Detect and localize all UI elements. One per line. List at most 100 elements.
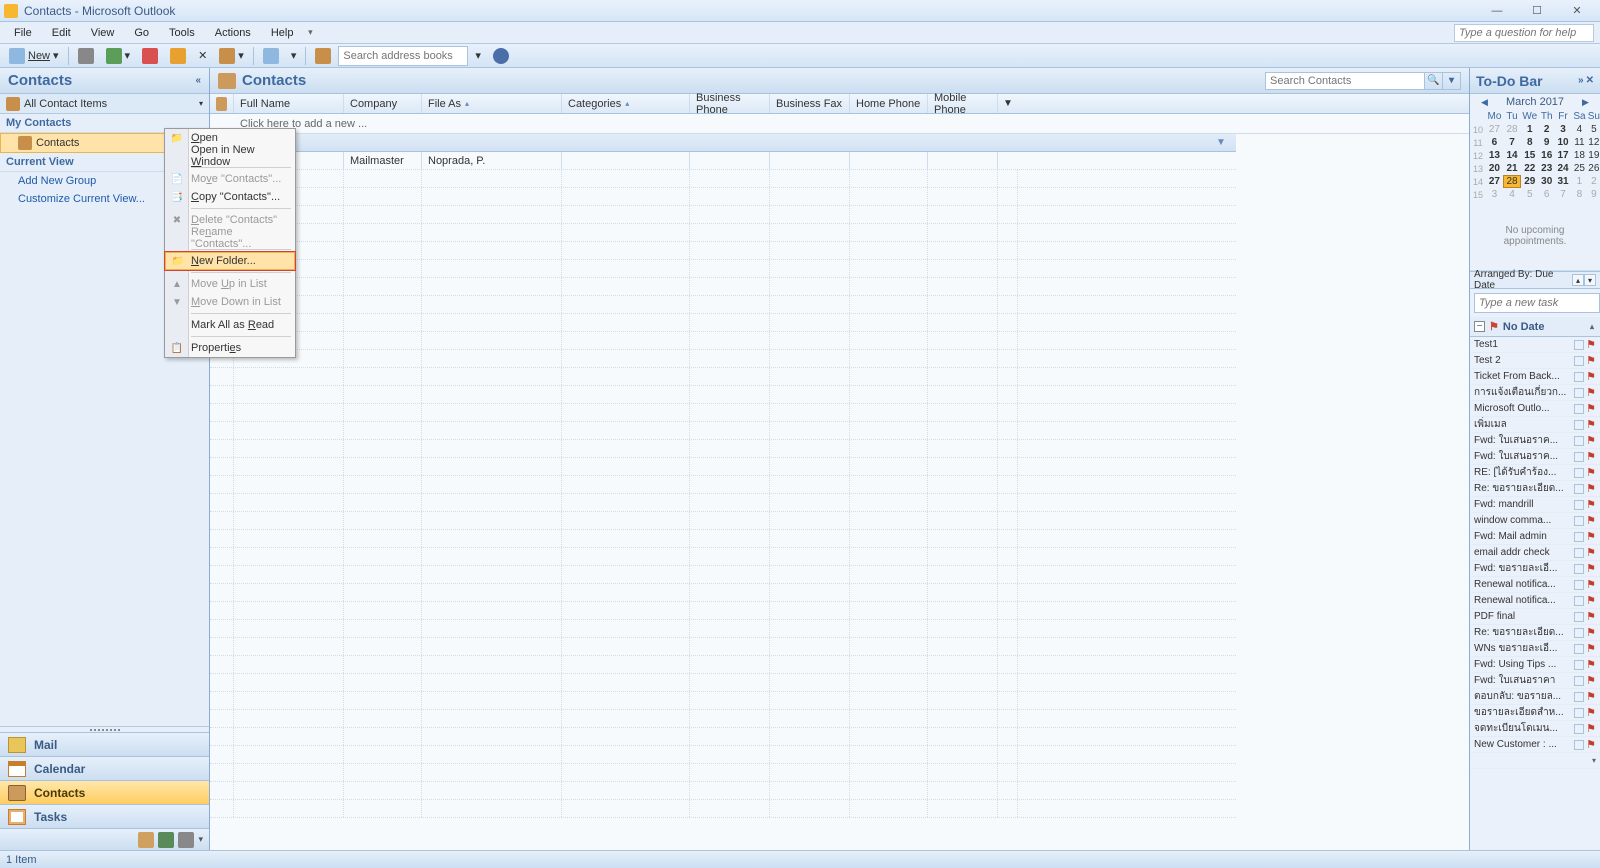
column-homephone[interactable]: Home Phone <box>850 94 928 113</box>
task-flag-icon[interactable]: ⚑ <box>1586 482 1596 495</box>
task-checkbox[interactable] <box>1574 740 1584 750</box>
task-flag-icon[interactable]: ⚑ <box>1586 450 1596 463</box>
menu-view[interactable]: View <box>81 25 125 41</box>
calendar-day[interactable]: 16 <box>1539 149 1555 162</box>
nav-button-contacts[interactable]: Contacts <box>0 780 209 804</box>
calendar-day[interactable]: 4 <box>1503 188 1521 201</box>
journal-icon[interactable] <box>178 832 194 848</box>
next-month-button[interactable]: ▶ <box>1582 97 1589 108</box>
add-new-contact-row[interactable]: Click here to add a new ... <box>210 114 1469 134</box>
calendar-day[interactable]: 4 <box>1571 123 1588 136</box>
calendar-day[interactable]: 5 <box>1588 123 1600 136</box>
task-flag-icon[interactable]: ⚑ <box>1586 338 1596 351</box>
column-company[interactable]: Company <box>344 94 422 113</box>
mini-calendar[interactable]: MoTuWeThFrSaSu 1027281234511678910111212… <box>1470 110 1600 201</box>
task-flag-icon[interactable]: ⚑ <box>1586 354 1596 367</box>
task-item[interactable]: New Customer : ...⚑ <box>1470 737 1600 753</box>
task-flag-icon[interactable]: ⚑ <box>1586 722 1596 735</box>
task-item[interactable]: WNs ขอรายละเอี...⚑ <box>1470 641 1600 657</box>
task-item[interactable]: Fwd: Mail admin⚑ <box>1470 529 1600 545</box>
prev-month-button[interactable]: ◀ <box>1481 97 1488 108</box>
search-address-dropdown[interactable]: ▾ <box>470 46 486 66</box>
task-item[interactable]: Renewal notifica...⚑ <box>1470 593 1600 609</box>
help-question-input[interactable] <box>1454 24 1594 42</box>
calendar-day[interactable]: 6 <box>1486 136 1503 149</box>
task-item[interactable]: Test1⚑ <box>1470 337 1600 353</box>
calendar-day[interactable]: 28 <box>1503 175 1521 188</box>
sort-ascending-button[interactable]: ▴ <box>1572 274 1584 286</box>
task-checkbox[interactable] <box>1574 564 1584 574</box>
task-flag-icon[interactable]: ⚑ <box>1586 530 1596 543</box>
task-item[interactable]: PDF final⚑ <box>1470 609 1600 625</box>
all-contact-items-selector[interactable]: All Contact Items ▾ <box>0 94 209 114</box>
menu-tools[interactable]: Tools <box>159 25 205 41</box>
task-checkbox[interactable] <box>1574 724 1584 734</box>
calendar-day[interactable]: 21 <box>1503 162 1521 175</box>
task-flag-icon[interactable]: ⚑ <box>1586 514 1596 527</box>
task-checkbox[interactable] <box>1574 676 1584 686</box>
task-flag-icon[interactable]: ⚑ <box>1586 434 1596 447</box>
task-item[interactable]: จดทะเบียนโดเมน...⚑ <box>1470 721 1600 737</box>
column-fullname[interactable]: Full Name <box>234 94 344 113</box>
task-item[interactable]: การแจ้งเตือนเกี่ยวก...⚑ <box>1470 385 1600 401</box>
flag-button[interactable]: ▾ <box>286 46 302 66</box>
task-checkbox[interactable] <box>1574 500 1584 510</box>
column-filter[interactable]: ▼ <box>998 94 1018 113</box>
search-contacts-box[interactable]: 🔍 ▾ <box>1265 72 1461 90</box>
search-go-button[interactable]: 🔍 <box>1425 72 1443 90</box>
column-businessphone[interactable]: Business Phone <box>690 94 770 113</box>
new-task-input[interactable] <box>1474 293 1600 313</box>
task-checkbox[interactable] <box>1574 452 1584 462</box>
task-checkbox[interactable] <box>1574 548 1584 558</box>
menu-edit[interactable]: Edit <box>42 25 81 41</box>
calendar-day[interactable]: 3 <box>1555 123 1571 136</box>
calendar-day[interactable]: 22 <box>1521 162 1538 175</box>
print-button[interactable] <box>73 46 99 66</box>
task-flag-icon[interactable]: ⚑ <box>1586 418 1596 431</box>
task-item[interactable]: Fwd: mandrill⚑ <box>1470 497 1600 513</box>
tasks-arranged-by[interactable]: Arranged By: Due Date ▴ ▾ <box>1470 271 1600 289</box>
calendar-day[interactable]: 7 <box>1555 188 1571 201</box>
calendar-day[interactable]: 31 <box>1555 175 1571 188</box>
task-item[interactable]: Fwd: ใบเสนอราค...⚑ <box>1470 449 1600 465</box>
calendar-day[interactable]: 2 <box>1588 175 1600 188</box>
calendar-day[interactable]: 3 <box>1486 188 1503 201</box>
maximize-button[interactable]: ☐ <box>1518 2 1556 20</box>
calendar-day[interactable]: 2 <box>1539 123 1555 136</box>
task-item[interactable]: Microsoft Outlo...⚑ <box>1470 401 1600 417</box>
no-date-group[interactable]: − ⚑ No Date ▴ <box>1470 317 1600 337</box>
calendar-day[interactable]: 14 <box>1503 149 1521 162</box>
task-flag-icon[interactable]: ⚑ <box>1586 690 1596 703</box>
task-checkbox[interactable] <box>1574 532 1584 542</box>
task-item[interactable]: Fwd: Using Tips ...⚑ <box>1470 657 1600 673</box>
calendar-day[interactable]: 9 <box>1539 136 1555 149</box>
context-menu-item[interactable]: Open in New Window <box>165 147 295 165</box>
category-group-none[interactable]: − (1 item) ▼ <box>210 134 1236 152</box>
task-flag-icon[interactable]: ⚑ <box>1586 594 1596 607</box>
calendar-day[interactable]: 1 <box>1571 175 1588 188</box>
column-businessfax[interactable]: Business Fax <box>770 94 850 113</box>
calendar-day[interactable]: 8 <box>1571 188 1588 201</box>
task-item[interactable]: Fwd: ขอรายละเอี...⚑ <box>1470 561 1600 577</box>
task-flag-icon[interactable]: ⚑ <box>1586 466 1596 479</box>
nav-collapse-button[interactable]: « <box>195 75 201 86</box>
task-flag-icon[interactable]: ⚑ <box>1586 546 1596 559</box>
nav-button-mail[interactable]: Mail <box>0 732 209 756</box>
send-receive-button[interactable]: ▾ <box>101 46 136 66</box>
task-item[interactable]: Fwd: ใบเสนอราคา⚑ <box>1470 673 1600 689</box>
task-checkbox[interactable] <box>1574 340 1584 350</box>
calendar-day[interactable]: 7 <box>1503 136 1521 149</box>
calendar-day[interactable]: 27 <box>1486 175 1503 188</box>
task-checkbox[interactable] <box>1574 484 1584 494</box>
sort-descending-button[interactable]: ▾ <box>1584 274 1596 286</box>
task-checkbox[interactable] <box>1574 580 1584 590</box>
menu-file[interactable]: File <box>4 25 42 41</box>
calendar-day[interactable]: 13 <box>1486 149 1503 162</box>
follow-up-button[interactable] <box>165 46 191 66</box>
task-checkbox[interactable] <box>1574 596 1584 606</box>
folder-list-icon[interactable] <box>138 832 154 848</box>
task-item[interactable]: เพิ่มเมล⚑ <box>1470 417 1600 433</box>
task-flag-icon[interactable]: ⚑ <box>1586 610 1596 623</box>
calendar-day[interactable]: 9 <box>1588 188 1600 201</box>
column-fileas[interactable]: File As▴ <box>422 94 562 113</box>
